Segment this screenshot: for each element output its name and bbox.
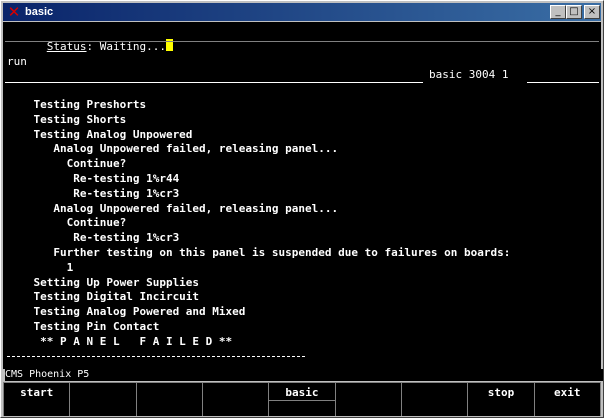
log-line: Analog Unpowered failed, releasing panel… (7, 142, 339, 156)
function-key-6[interactable] (335, 382, 402, 416)
banner-rule-right (527, 82, 599, 83)
title-bar[interactable]: ✕ basic _ □ × (3, 3, 601, 21)
log-line: Re-testing 1%cr3 (7, 231, 180, 245)
function-key-7[interactable] (401, 382, 469, 416)
terminal-window: ✕ basic _ □ × Status: Waiting... run bas… (0, 0, 604, 418)
log-line: 1 (7, 260, 74, 274)
session-banner: basic 3004 1 (429, 68, 509, 81)
log-line: Continue? (7, 157, 127, 171)
status-separator (5, 41, 599, 42)
banner-rule-left (5, 82, 423, 83)
terminal-screen[interactable]: Status: Waiting... run basic 3004 1 Test… (3, 22, 601, 369)
log-line: Testing Pin Contact (7, 320, 160, 333)
log-line: Further testing on this panel is suspend… (7, 246, 511, 259)
log-line: Re-testing 1%r44 (7, 172, 180, 185)
log-line: ** P A N E L F A I L E D ** (7, 334, 233, 348)
log-line: Analog Unpowered failed, releasing panel… (7, 201, 339, 215)
function-key-label: stop (487, 386, 515, 399)
maximize-button[interactable]: □ (566, 5, 582, 19)
function-key-bar: start basic stop exit (3, 382, 601, 416)
function-key-label: exit (554, 386, 581, 399)
log-line: Testing Preshorts (7, 98, 147, 111)
window-title: basic (25, 6, 54, 18)
function-key-5[interactable]: basic (269, 382, 336, 416)
function-key-8[interactable]: stop (468, 382, 535, 416)
log-line: Testing Analog Powered and Mixed (7, 305, 246, 319)
log-line: Testing Analog Unpowered (7, 127, 193, 141)
log-line: Continue? (7, 216, 127, 230)
log-line: Re-testing 1%cr3 (7, 186, 180, 200)
function-key-4[interactable] (202, 382, 270, 416)
log-end-rule (7, 356, 305, 357)
function-key-3[interactable] (136, 382, 203, 416)
log-line: Testing Shorts (7, 112, 127, 126)
log-line: Testing Digital Incircuit (7, 290, 200, 304)
status-line: Status: Waiting... (7, 24, 173, 69)
function-key-label: basic (285, 386, 319, 399)
function-key-label: start (20, 386, 54, 399)
function-key-9[interactable]: exit (534, 382, 601, 416)
log-line: Setting Up Power Supplies (7, 275, 200, 289)
command-line: run (7, 55, 27, 68)
minimize-button[interactable]: _ (550, 5, 566, 19)
function-key-1[interactable]: start (3, 382, 71, 416)
function-key-2[interactable] (70, 382, 137, 416)
close-button[interactable]: × (584, 5, 600, 19)
footer-label: CMS Phoenix P5 (5, 369, 603, 381)
x-logo-icon: ✕ (7, 3, 21, 21)
